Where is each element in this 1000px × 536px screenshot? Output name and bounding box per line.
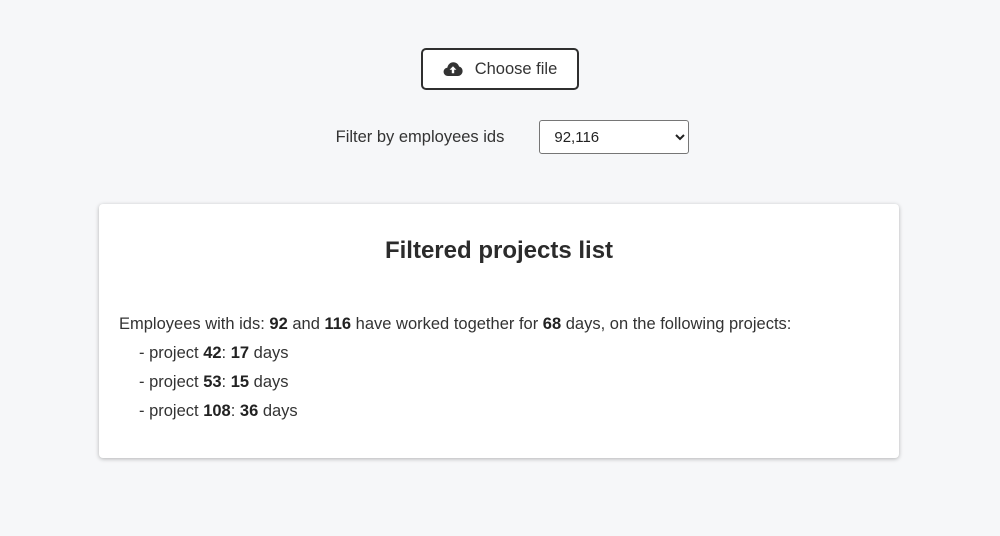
project-days-unit: days bbox=[258, 402, 298, 420]
project-id: 108 bbox=[203, 402, 231, 420]
project-days: 17 bbox=[230, 344, 250, 362]
project-separator: : bbox=[230, 402, 240, 420]
summary-prefix: Employees with ids: bbox=[119, 315, 270, 333]
project-days-unit: days bbox=[249, 344, 289, 362]
project-separator: : bbox=[221, 373, 231, 391]
summary-suffix: days, on the following projects: bbox=[561, 315, 792, 333]
project-days: 36 bbox=[239, 402, 259, 420]
employee-ids-select[interactable]: 92,116 bbox=[539, 120, 690, 154]
project-separator: : bbox=[221, 344, 231, 362]
summary-and: and bbox=[287, 315, 325, 333]
project-prefix: - project bbox=[139, 373, 204, 391]
choose-file-button[interactable]: Choose file bbox=[421, 48, 579, 90]
card-title: Filtered projects list bbox=[384, 237, 614, 264]
project-id: 53 bbox=[203, 373, 222, 391]
project-item: - project 53: 15 days bbox=[119, 368, 791, 397]
summary-line: Employees with ids: 92 and 116 have work… bbox=[119, 310, 791, 339]
project-id: 42 bbox=[203, 344, 222, 362]
project-prefix: - project bbox=[139, 344, 204, 362]
choose-file-label: Choose file bbox=[474, 59, 558, 78]
filter-label: Filter by employees ids bbox=[335, 127, 505, 146]
project-item: - project 42: 17 days bbox=[119, 339, 791, 368]
filter-row: Filter by employees ids 92,116 bbox=[0, 120, 1000, 154]
project-days: 15 bbox=[230, 373, 250, 391]
employee-id-2: 116 bbox=[324, 315, 352, 333]
summary-mid: have worked together for bbox=[351, 315, 543, 333]
project-prefix: - project bbox=[139, 402, 204, 420]
employee-id-1: 92 bbox=[269, 315, 288, 333]
results-card: Filtered projects list Employees with id… bbox=[99, 204, 899, 458]
project-days-unit: days bbox=[249, 373, 289, 391]
project-item: - project 108: 36 days bbox=[119, 397, 791, 426]
total-days: 68 bbox=[542, 315, 562, 333]
upload-area: Choose file bbox=[0, 48, 1000, 90]
card-body: Employees with ids: 92 and 116 have work… bbox=[119, 310, 791, 426]
cloud-upload-icon bbox=[443, 61, 463, 77]
